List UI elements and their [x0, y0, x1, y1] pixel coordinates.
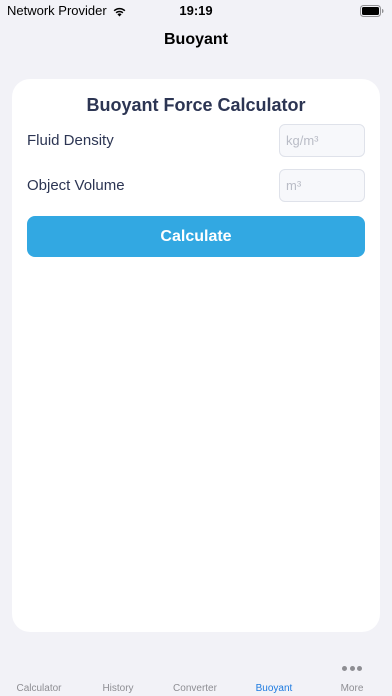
tab-bar: Calculator History Converter Buoyant Mor…: [0, 656, 392, 696]
tab-calculator[interactable]: Calculator: [4, 683, 74, 694]
fluid-density-input[interactable]: [279, 124, 365, 157]
object-volume-label: Object Volume: [27, 177, 125, 194]
page-title: Buoyant: [164, 31, 228, 48]
more-icon[interactable]: [342, 666, 362, 672]
battery-icon: [360, 5, 384, 17]
status-time: 19:19: [179, 3, 213, 18]
app-screen: Network Provider 19:19 Buoyant Buoyant F…: [0, 0, 392, 696]
fluid-density-label: Fluid Density: [27, 132, 114, 149]
object-volume-input[interactable]: [279, 169, 365, 202]
tab-more[interactable]: More: [317, 683, 387, 694]
fluid-density-row: Fluid Density: [27, 124, 365, 157]
calculate-button[interactable]: Calculate: [27, 216, 365, 257]
calculator-card: Buoyant Force Calculator Fluid Density O…: [12, 79, 380, 632]
tab-history[interactable]: History: [83, 683, 153, 694]
tab-buoyant[interactable]: Buoyant: [239, 683, 309, 694]
status-bar: Network Provider 19:19: [0, 0, 392, 22]
object-volume-row: Object Volume: [27, 169, 365, 202]
tab-converter[interactable]: Converter: [160, 683, 230, 694]
card-title: Buoyant Force Calculator: [86, 95, 306, 115]
